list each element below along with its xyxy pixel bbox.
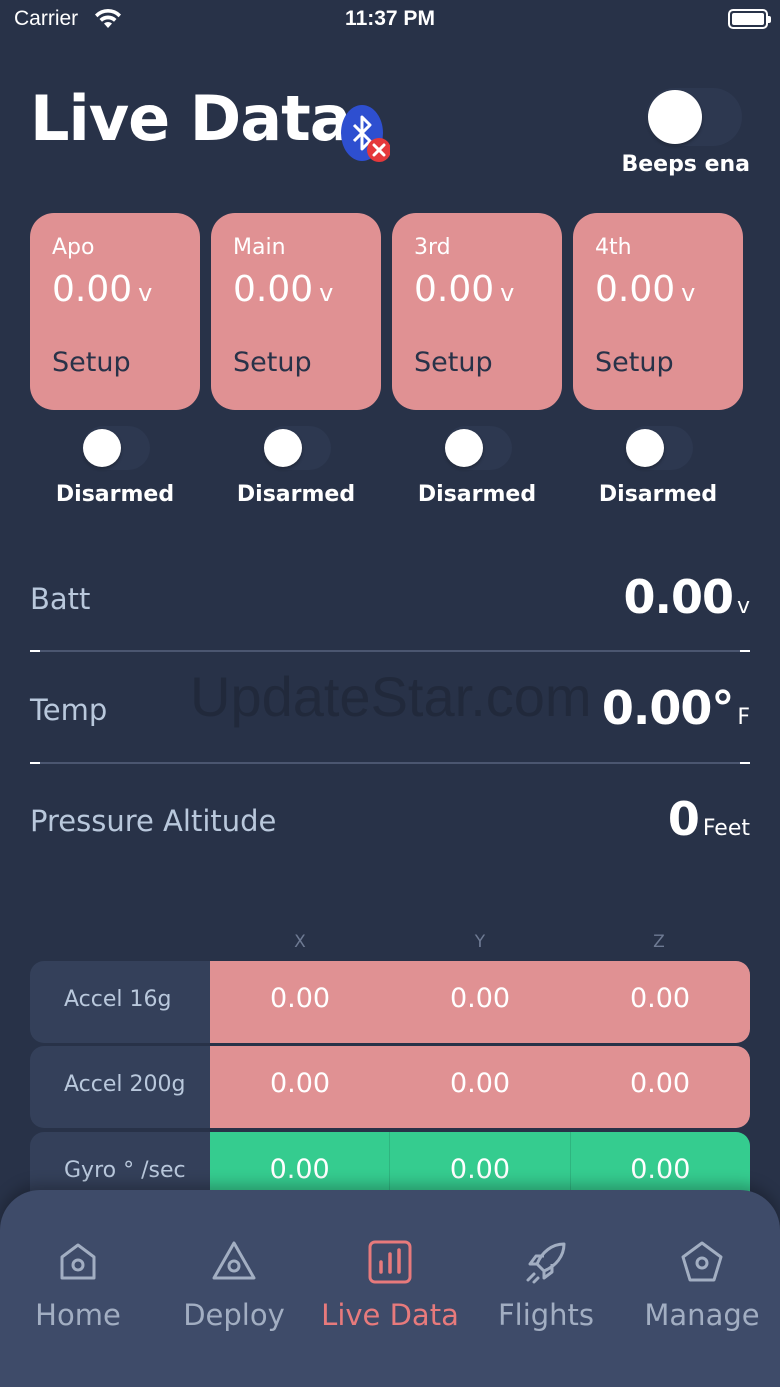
sensor-z-value: 0.00 [629, 983, 691, 1014]
channel-voltage: 0.00 v [233, 269, 334, 310]
sensor-values: 0.00 0.00 0.00 [210, 1046, 750, 1128]
altitude-value: 0 Feet [667, 792, 750, 846]
divider-dash [30, 762, 40, 764]
rocket-icon [526, 1242, 566, 1284]
channel-card-3rd[interactable]: 3rd 0.00 v Setup [392, 213, 562, 410]
beeps-toggle[interactable] [646, 88, 742, 146]
channel-voltage: 0.00 v [52, 269, 153, 310]
sensor-values: 0.00 0.00 0.00 [210, 961, 750, 1043]
divider-dash [30, 650, 40, 652]
setup-button[interactable]: Setup [595, 347, 674, 378]
beeps-label: Beeps ena [621, 152, 750, 177]
channel-card-main[interactable]: Main 0.00 v Setup [211, 213, 381, 410]
divider [30, 650, 750, 652]
channel-voltage: 0.00 v [595, 269, 696, 310]
arm-toggle-apo[interactable] [82, 426, 150, 470]
deploy-icon [212, 1241, 256, 1280]
temp-label: Temp [30, 693, 108, 727]
sensor-y-value: 0.00 [449, 983, 511, 1014]
bluetooth-disconnected-icon[interactable] [340, 104, 390, 164]
arm-status-4th: Disarmed [598, 482, 718, 507]
tab-home[interactable]: Home [0, 1238, 156, 1332]
channel-voltage: 0.00 v [414, 269, 515, 310]
tab-live-data[interactable]: Live Data [312, 1238, 468, 1332]
toggle-knob [264, 429, 302, 467]
temp-value: 0.00° F [601, 681, 750, 735]
page-title: Live Data [30, 82, 352, 155]
arm-toggle-3rd[interactable] [444, 426, 512, 470]
channel-name: 3rd [414, 235, 451, 260]
sensor-label: Accel 200g [64, 1072, 186, 1097]
sensor-row-accel-16g: Accel 16g 0.00 0.00 0.00 [30, 961, 750, 1043]
manage-icon [681, 1241, 723, 1282]
toggle-knob [445, 429, 483, 467]
live-data-icon [368, 1240, 412, 1284]
altitude-label: Pressure Altitude [30, 804, 277, 838]
toggle-knob [648, 90, 702, 144]
setup-button[interactable]: Setup [52, 347, 131, 378]
axis-z-header: Z [653, 932, 665, 952]
divider-dash [740, 650, 750, 652]
home-icon [60, 1243, 96, 1280]
channel-card-4th[interactable]: 4th 0.00 v Setup [573, 213, 743, 410]
channel-card-apo[interactable]: Apo 0.00 v Setup [30, 213, 200, 410]
divider-dash [740, 762, 750, 764]
arm-toggle-4th[interactable] [625, 426, 693, 470]
tab-deploy[interactable]: Deploy [156, 1238, 312, 1332]
axis-x-header: X [294, 932, 306, 952]
sensor-z-value: 0.00 [629, 1068, 691, 1099]
watermark: UpdateStar.com [190, 665, 592, 728]
battery-icon [728, 9, 771, 29]
arm-status-3rd: Disarmed [417, 482, 537, 507]
tab-flights[interactable]: Flights [468, 1238, 624, 1332]
sensor-x-value: 0.00 [269, 1068, 331, 1099]
sensor-label: Accel 16g [64, 987, 172, 1012]
clock: 11:37 PM [345, 7, 435, 30]
batt-label: Batt [30, 582, 91, 616]
arm-toggle-main[interactable] [263, 426, 331, 470]
sensor-x-value: 0.00 [269, 983, 331, 1014]
channel-name: 4th [595, 235, 632, 260]
sensor-y-value: 0.00 [449, 1068, 511, 1099]
channel-name: Main [233, 235, 286, 260]
setup-button[interactable]: Setup [233, 347, 312, 378]
arm-status-main: Disarmed [236, 482, 356, 507]
divider [30, 762, 750, 764]
sensor-row-accel-200g: Accel 200g 0.00 0.00 0.00 [30, 1046, 750, 1128]
toggle-knob [626, 429, 664, 467]
status-bar: Carrier 11:37 PM [0, 0, 780, 44]
channel-name: Apo [52, 235, 95, 260]
batt-value: 0.00 v [623, 570, 750, 624]
arm-status-apo: Disarmed [55, 482, 175, 507]
tab-manage[interactable]: Manage [624, 1238, 780, 1332]
setup-button[interactable]: Setup [414, 347, 493, 378]
axis-y-header: Y [474, 932, 486, 952]
toggle-knob [83, 429, 121, 467]
